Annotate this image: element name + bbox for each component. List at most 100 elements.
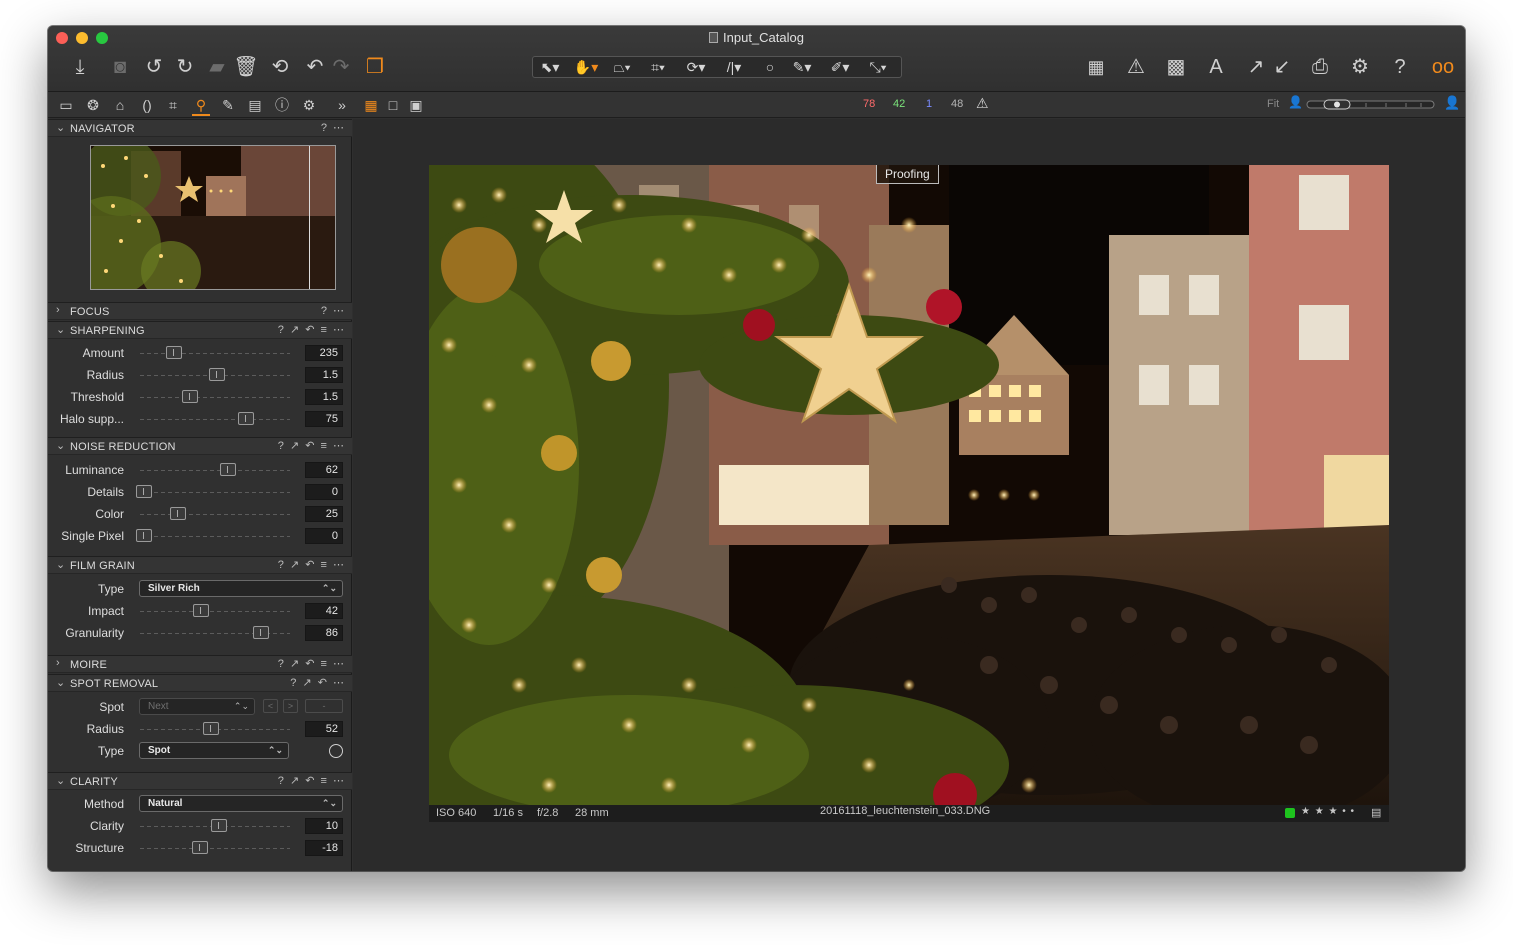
slider-track[interactable] <box>140 397 290 398</box>
import-icon[interactable]: ⤓ <box>66 54 94 80</box>
slider-thumb[interactable] <box>220 463 237 476</box>
slider-track[interactable] <box>140 848 290 849</box>
slider-value-field[interactable]: 0 <box>305 484 343 500</box>
sharpening-header[interactable]: ⌄ SHARPENING ? ↗ ↶ ≡ ⋯ <box>48 321 352 339</box>
focus-tool-icons[interactable]: ? ⋯ <box>321 304 344 317</box>
slider-value-field[interactable]: 0 <box>305 528 343 544</box>
slider-value-field[interactable]: 235 <box>305 345 343 361</box>
slider-thumb[interactable] <box>165 346 182 359</box>
slider-value-field[interactable]: 86 <box>305 625 343 641</box>
brush-icon[interactable]: ✎▾ <box>787 57 817 77</box>
lens-tab-icon[interactable]: () <box>136 95 158 115</box>
slider-value-field[interactable]: 1.5 <box>305 367 343 383</box>
slider-track[interactable] <box>140 536 290 537</box>
slider-value-field[interactable]: 10 <box>305 818 343 834</box>
spot-select[interactable]: Next ⌃⌄ <box>139 698 255 715</box>
rotate-left-icon[interactable]: ↺ <box>140 54 168 80</box>
redo-icon[interactable]: ↷ <box>327 54 355 80</box>
import-arrow-icon[interactable]: ↙ <box>1268 54 1296 80</box>
export-icon[interactable]: ↗ <box>1242 54 1270 80</box>
slider-track[interactable] <box>140 470 290 471</box>
focus-mask-icon[interactable]: ▩ <box>1162 54 1190 80</box>
slider-thumb[interactable] <box>136 485 152 498</box>
eraser-pen-icon[interactable]: ✐▾ <box>825 57 855 77</box>
slider-thumb[interactable] <box>182 390 199 403</box>
spot-type-select[interactable]: Spot ⌃⌄ <box>139 742 289 759</box>
more-tabs-icon[interactable]: » <box>331 95 353 115</box>
slider-value-field[interactable]: -18 <box>305 840 343 856</box>
single-view-icon[interactable]: □ <box>382 95 404 115</box>
crop-icon[interactable]: ⌗▾ <box>643 57 673 77</box>
clarity-header[interactable]: ⌄ CLARITY ? ↗ ↶ ≡ ⋯ <box>48 772 352 790</box>
color-tab-icon[interactable]: ❂ <box>82 95 104 115</box>
variants-icon[interactable]: ❐ <box>361 54 389 80</box>
slider-track[interactable] <box>140 492 290 493</box>
spot-tool-icons[interactable]: ? ↗ ↶ ⋯ <box>290 676 344 689</box>
print-icon[interactable]: ⎙ <box>1306 54 1334 80</box>
slider-value-field[interactable]: 42 <box>305 603 343 619</box>
undo-step-icon[interactable]: ↶ <box>301 54 329 80</box>
zoom-fit-label[interactable]: Fit <box>1267 98 1279 110</box>
primary-view-icon[interactable]: ▣ <box>405 95 427 115</box>
spot-header[interactable]: ⌄ SPOT REMOVAL ? ↗ ↶ ⋯ <box>48 674 352 692</box>
focus-header[interactable]: › FOCUS ? ⋯ <box>48 302 352 320</box>
slider-thumb[interactable] <box>210 819 227 832</box>
photo-preview[interactable] <box>429 165 1389 805</box>
camera-icon[interactable]: ◙ <box>106 54 134 80</box>
sharpening-tool-icons[interactable]: ? ↗ ↶ ≡ ⋯ <box>278 323 344 336</box>
slider-thumb[interactable] <box>193 604 210 617</box>
output-tab-icon[interactable]: ▤ <box>244 95 266 115</box>
clarity-method-select[interactable]: Natural ⌃⌄ <box>139 795 343 812</box>
metadata-tab-icon[interactable]: ⓘ <box>271 95 293 115</box>
grain-header[interactable]: ⌄ FILM GRAIN ? ↗ ↶ ≡ ⋯ <box>48 556 352 574</box>
slider-track[interactable] <box>140 353 290 354</box>
star-rating[interactable]: ★ ★ ★ • • <box>1301 806 1355 817</box>
multi-view-icon[interactable]: ▦ <box>360 95 382 115</box>
spot-radius-thumb[interactable] <box>202 722 219 735</box>
slider-thumb[interactable] <box>170 507 186 520</box>
grid-layout-icon[interactable]: ▦ <box>1082 54 1110 80</box>
slider-value-field[interactable]: 1.5 <box>305 389 343 405</box>
slider-track[interactable] <box>140 419 290 420</box>
trash-icon[interactable]: 🗑 <box>232 54 260 80</box>
slider-thumb[interactable] <box>238 412 254 425</box>
clarity-tool-icons[interactable]: ? ↗ ↶ ≡ ⋯ <box>278 774 344 787</box>
local-adjust-tab-icon[interactable]: ✎ <box>217 95 239 115</box>
library-tab-icon[interactable]: ▭ <box>55 95 77 115</box>
slider-track[interactable] <box>140 611 290 612</box>
navigator-preview[interactable] <box>90 145 336 290</box>
help-icon[interactable]: ? <box>1386 54 1414 80</box>
pan-hand-icon[interactable]: ✋▾ <box>571 57 601 77</box>
move-to-icon[interactable]: ▰ <box>203 54 231 80</box>
settings-icon[interactable]: ⚙ <box>1346 54 1374 80</box>
metadata-list-icon[interactable]: ▤ <box>1371 806 1381 819</box>
details-tab-icon[interactable]: ⚲ <box>190 95 212 115</box>
warning-icon[interactable]: ⚠ <box>1122 54 1150 80</box>
slider-thumb[interactable] <box>252 626 269 639</box>
proof-glasses-icon[interactable]: oo <box>1426 54 1460 80</box>
zoom-slider[interactable] <box>1306 98 1436 112</box>
navigator-tool-icons[interactable]: ? ⋯ <box>321 121 344 134</box>
navigator-header[interactable]: ⌄ NAVIGATOR ? ⋯ <box>48 119 352 137</box>
composition-tab-icon[interactable]: ⌗ <box>162 95 184 115</box>
undo-icon[interactable]: ⟲ <box>266 54 294 80</box>
slider-thumb[interactable] <box>191 841 208 854</box>
moire-tool-icons[interactable]: ? ↗ ↶ ≡ ⋯ <box>278 657 344 670</box>
slider-thumb[interactable] <box>136 529 152 542</box>
keystone-icon[interactable]: ⏢▾ <box>607 57 637 77</box>
spot-radius-value[interactable]: 52 <box>305 721 343 737</box>
straighten-icon[interactable]: /|▾ <box>719 57 749 77</box>
slider-track[interactable] <box>140 514 290 515</box>
grain-type-select[interactable]: Silver Rich ⌃⌄ <box>139 580 343 597</box>
slider-thumb[interactable] <box>209 368 226 381</box>
batch-tab-icon[interactable]: ⚙ <box>298 95 320 115</box>
circle-mask-icon[interactable]: ○ <box>755 57 785 77</box>
exposure-tab-icon[interactable]: ⌂ <box>109 95 131 115</box>
color-tag[interactable] <box>1285 808 1295 818</box>
rotate-tool-icon[interactable]: ⟳▾ <box>681 57 711 77</box>
select-cursor-icon[interactable]: ⬉▾ <box>535 57 565 77</box>
next-spot-button[interactable]: > <box>283 699 298 713</box>
picker-icon[interactable]: ⤡▾ <box>863 57 893 77</box>
grain-tool-icons[interactable]: ? ↗ ↶ ≡ ⋯ <box>278 558 344 571</box>
slider-value-field[interactable]: 75 <box>305 411 343 427</box>
